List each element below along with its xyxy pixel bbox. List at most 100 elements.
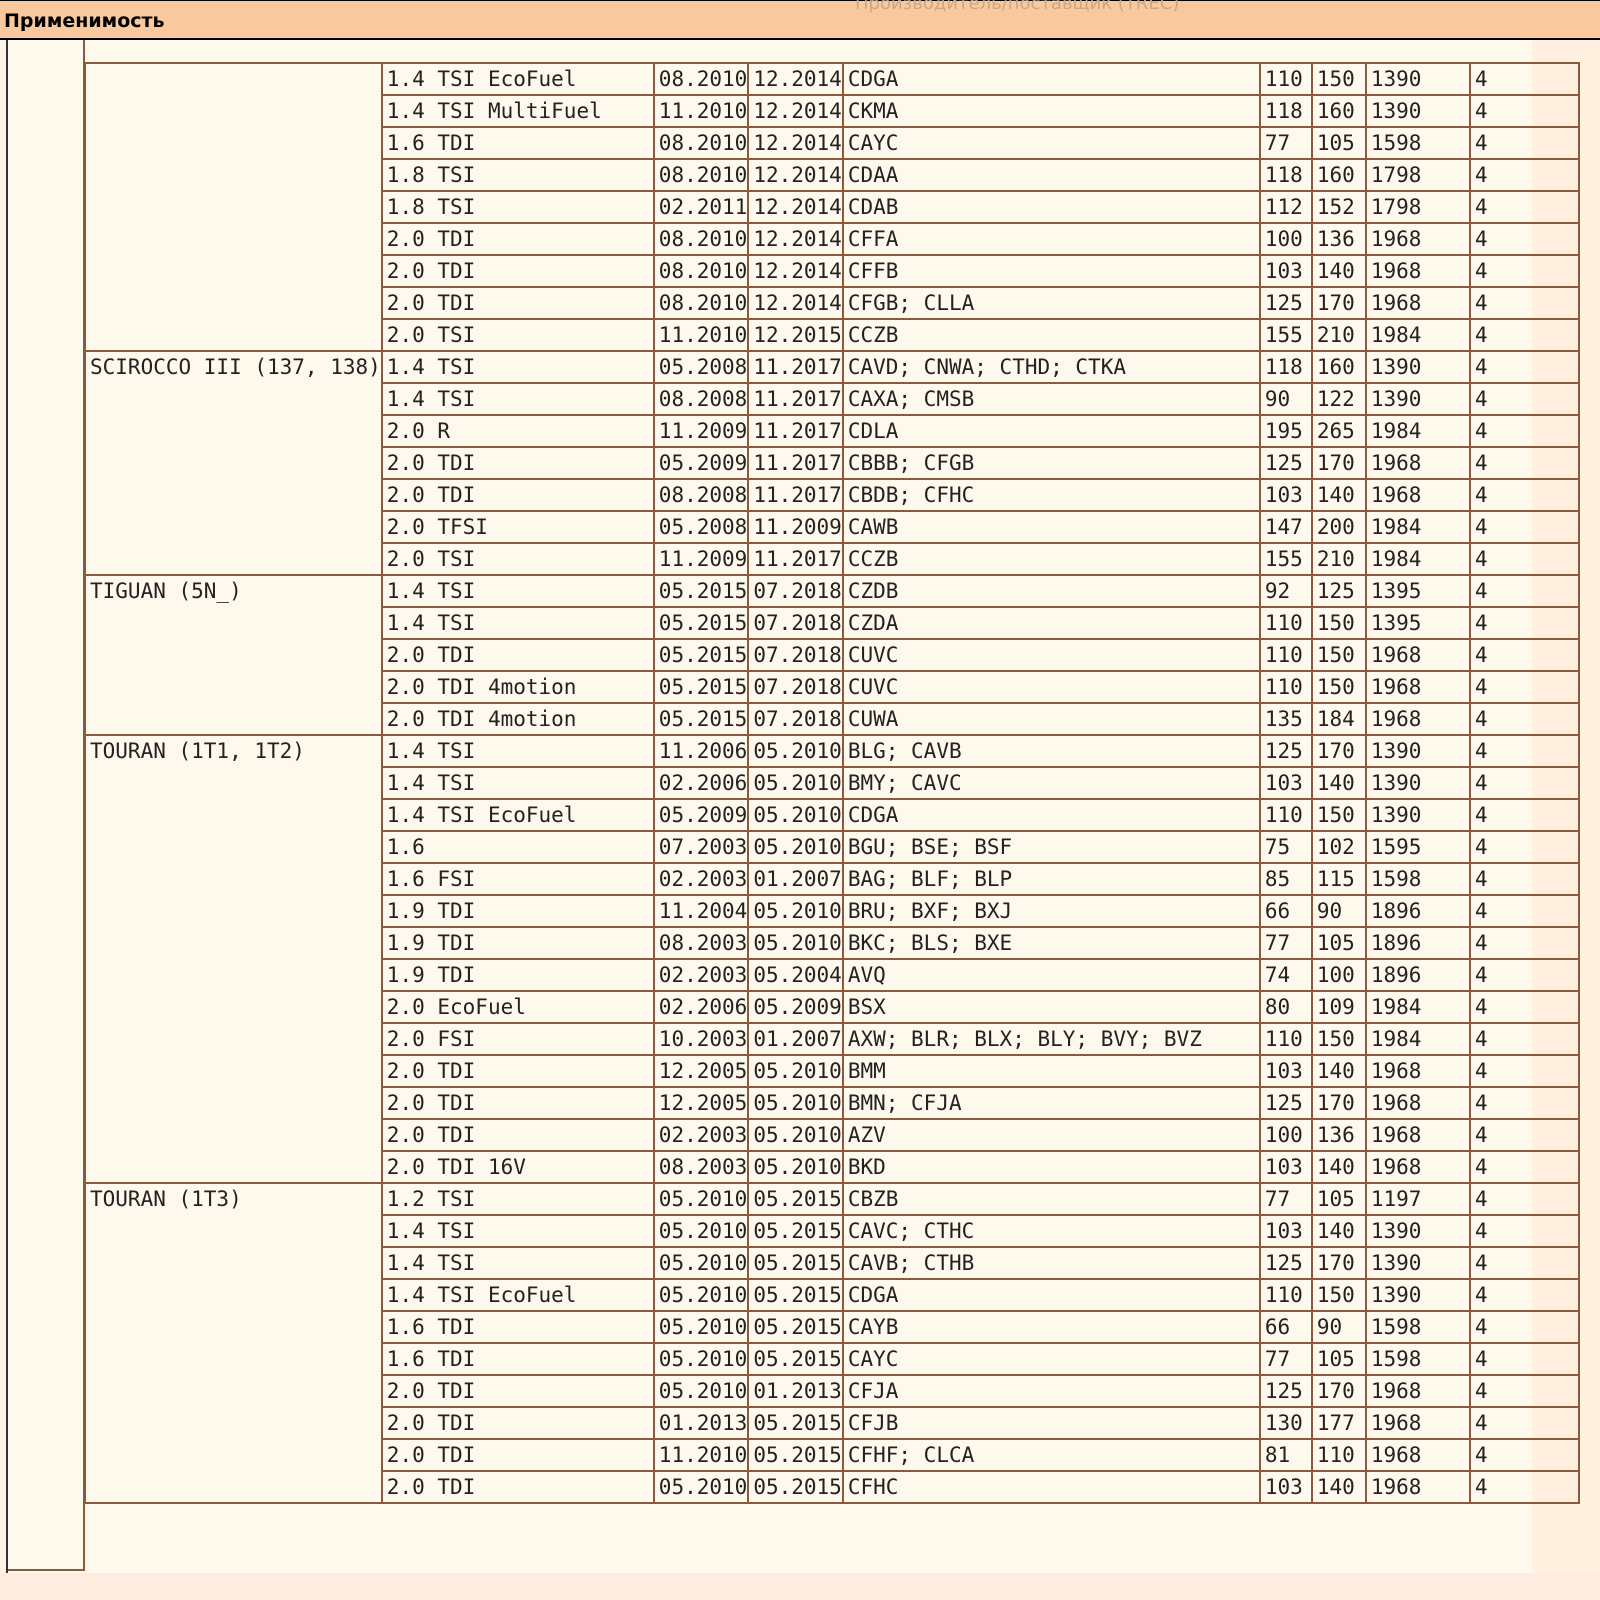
cell-displacement-ccm: 1395 [1364,606,1471,640]
cell-date-from: 05.2010 [652,1182,750,1216]
cell-displacement-ccm: 1968 [1364,446,1471,480]
cell-cylinders: 4 [1468,734,1580,768]
cell-engine-codes: CUVC [841,638,1261,672]
cell-date-from: 11.2009 [652,414,750,448]
cell-date-to: 05.2010 [747,1118,844,1152]
cell-engine: 1.9 TDI [380,894,655,928]
applicability-table: 1.4 TSI EcoFuel 08.2010 12.2014 CDGA 110 150 1… [84,62,1580,1504]
cell-power-kw: 100 [1258,1118,1313,1152]
cell-displacement-ccm: 1390 [1364,62,1471,96]
cell-power-kw: 75 [1258,830,1313,864]
cell-power-kw: 110 [1258,1022,1313,1056]
cell-power-kw: 103 [1258,766,1313,800]
cell-power-kw: 118 [1258,94,1313,128]
cell-cylinders: 4 [1468,1214,1580,1248]
cell-displacement-ccm: 1595 [1364,830,1471,864]
cell-date-from: 05.2008 [652,510,750,544]
cell-engine-codes: CBZB [841,1182,1261,1216]
cell-date-from: 10.2003 [652,1022,750,1056]
cell-engine: 1.6 FSI [380,862,655,896]
cell-cylinders: 4 [1468,1150,1580,1184]
cell-cylinders: 4 [1468,446,1580,480]
cell-date-from: 05.2015 [652,702,750,736]
cell-date-from: 07.2003 [652,830,750,864]
cell-displacement-ccm: 1968 [1364,1118,1471,1152]
cell-power-hp: 140 [1310,478,1367,512]
cell-date-from: 01.2013 [652,1406,750,1440]
cell-power-kw: 103 [1258,1214,1313,1248]
cell-power-hp: 177 [1310,1406,1367,1440]
cell-engine: 1.4 TSI EcoFuel [380,1278,655,1312]
cell-engine-codes: CUWA [841,702,1261,736]
table-row: SCIROCCO III (137, 138) 1.4 TSI 05.2008 11.… [84,350,1580,576]
cell-date-from: 11.2010 [652,318,750,352]
cell-engine: 2.0 TSI [380,542,655,576]
cell-displacement-ccm: 1896 [1364,926,1471,960]
cell-date-from: 02.2006 [652,766,750,800]
cell-engine: 1.4 TSI EcoFuel [380,798,655,832]
cell-power-kw: 100 [1258,222,1313,256]
cell-power-hp: 170 [1310,286,1367,320]
section-title: Применимость [4,10,165,32]
cell-displacement-ccm: 1968 [1364,286,1471,320]
cell-cylinders: 4 [1468,990,1580,1024]
cell-displacement-ccm: 1390 [1364,1246,1471,1280]
cell-engine: 2.0 TFSI [380,510,655,544]
cell-date-from: 02.2003 [652,1118,750,1152]
cell-date-to: 07.2018 [747,574,844,608]
cell-engine-codes: BLG; CAVB [841,734,1261,768]
cell-engine-codes: CFHC [841,1470,1261,1504]
cell-power-kw: 103 [1258,1470,1313,1504]
cell-power-kw: 110 [1258,62,1313,96]
cell-date-from: 05.2010 [652,1374,750,1408]
cell-date-from: 08.2003 [652,1150,750,1184]
cell-date-from: 05.2010 [652,1310,750,1344]
cell-cylinders: 4 [1468,1342,1580,1376]
cell-cylinders: 4 [1468,1374,1580,1408]
cell-date-to: 05.2015 [747,1182,844,1216]
cell-date-to: 11.2017 [747,414,844,448]
cell-power-kw: 112 [1258,190,1313,224]
cell-date-to: 11.2017 [747,542,844,576]
cell-engine-codes: BAG; BLF; BLP [841,862,1261,896]
cell-cylinders: 4 [1468,62,1580,96]
cell-engine-codes: CAVB; CTHB [841,1246,1261,1280]
cell-displacement-ccm: 1968 [1364,478,1471,512]
cell-date-to: 01.2013 [747,1374,844,1408]
cell-power-kw: 130 [1258,1406,1313,1440]
cell-cylinders: 4 [1468,542,1580,576]
cell-power-kw: 155 [1258,318,1313,352]
cell-power-hp: 150 [1310,1022,1367,1056]
cell-cylinders: 4 [1468,702,1580,736]
cell-power-kw: 110 [1258,638,1313,672]
cell-cylinders: 4 [1468,222,1580,256]
cell-engine-codes: BKD [841,1150,1261,1184]
cell-cylinders: 4 [1468,1086,1580,1120]
cell-power-kw: 110 [1258,670,1313,704]
cell-power-hp: 102 [1310,830,1367,864]
cell-displacement-ccm: 1984 [1364,990,1471,1024]
cell-power-hp: 90 [1310,1310,1367,1344]
table-viewport[interactable]: 1.4 TSI EcoFuel 08.2010 12.2014 CDGA 110 150 1… [0,40,1600,1573]
cell-date-to: 12.2014 [747,126,844,160]
cell-displacement-ccm: 1598 [1364,1342,1471,1376]
cell-engine-codes: BMN; CFJA [841,1086,1261,1120]
cell-date-from: 08.2010 [652,62,750,96]
cell-date-to: 05.2010 [747,1086,844,1120]
cell-engine: 1.8 TSI [380,158,655,192]
cell-power-kw: 90 [1258,382,1313,416]
cell-date-from: 08.2010 [652,222,750,256]
cell-date-to: 12.2015 [747,318,844,352]
cell-engine: 2.0 TSI [380,318,655,352]
cell-engine-codes: CDAB [841,190,1261,224]
cell-model: TIGUAN (5N_) [84,574,383,736]
cell-cylinders: 4 [1468,126,1580,160]
cell-date-from: 11.2009 [652,542,750,576]
cell-power-hp: 150 [1310,62,1367,96]
cell-engine-codes: CDGA [841,798,1261,832]
cell-power-kw: 125 [1258,1246,1313,1280]
cell-date-from: 05.2010 [652,1278,750,1312]
cell-power-kw: 110 [1258,798,1313,832]
cell-date-from: 08.2003 [652,926,750,960]
cell-date-to: 12.2014 [747,286,844,320]
